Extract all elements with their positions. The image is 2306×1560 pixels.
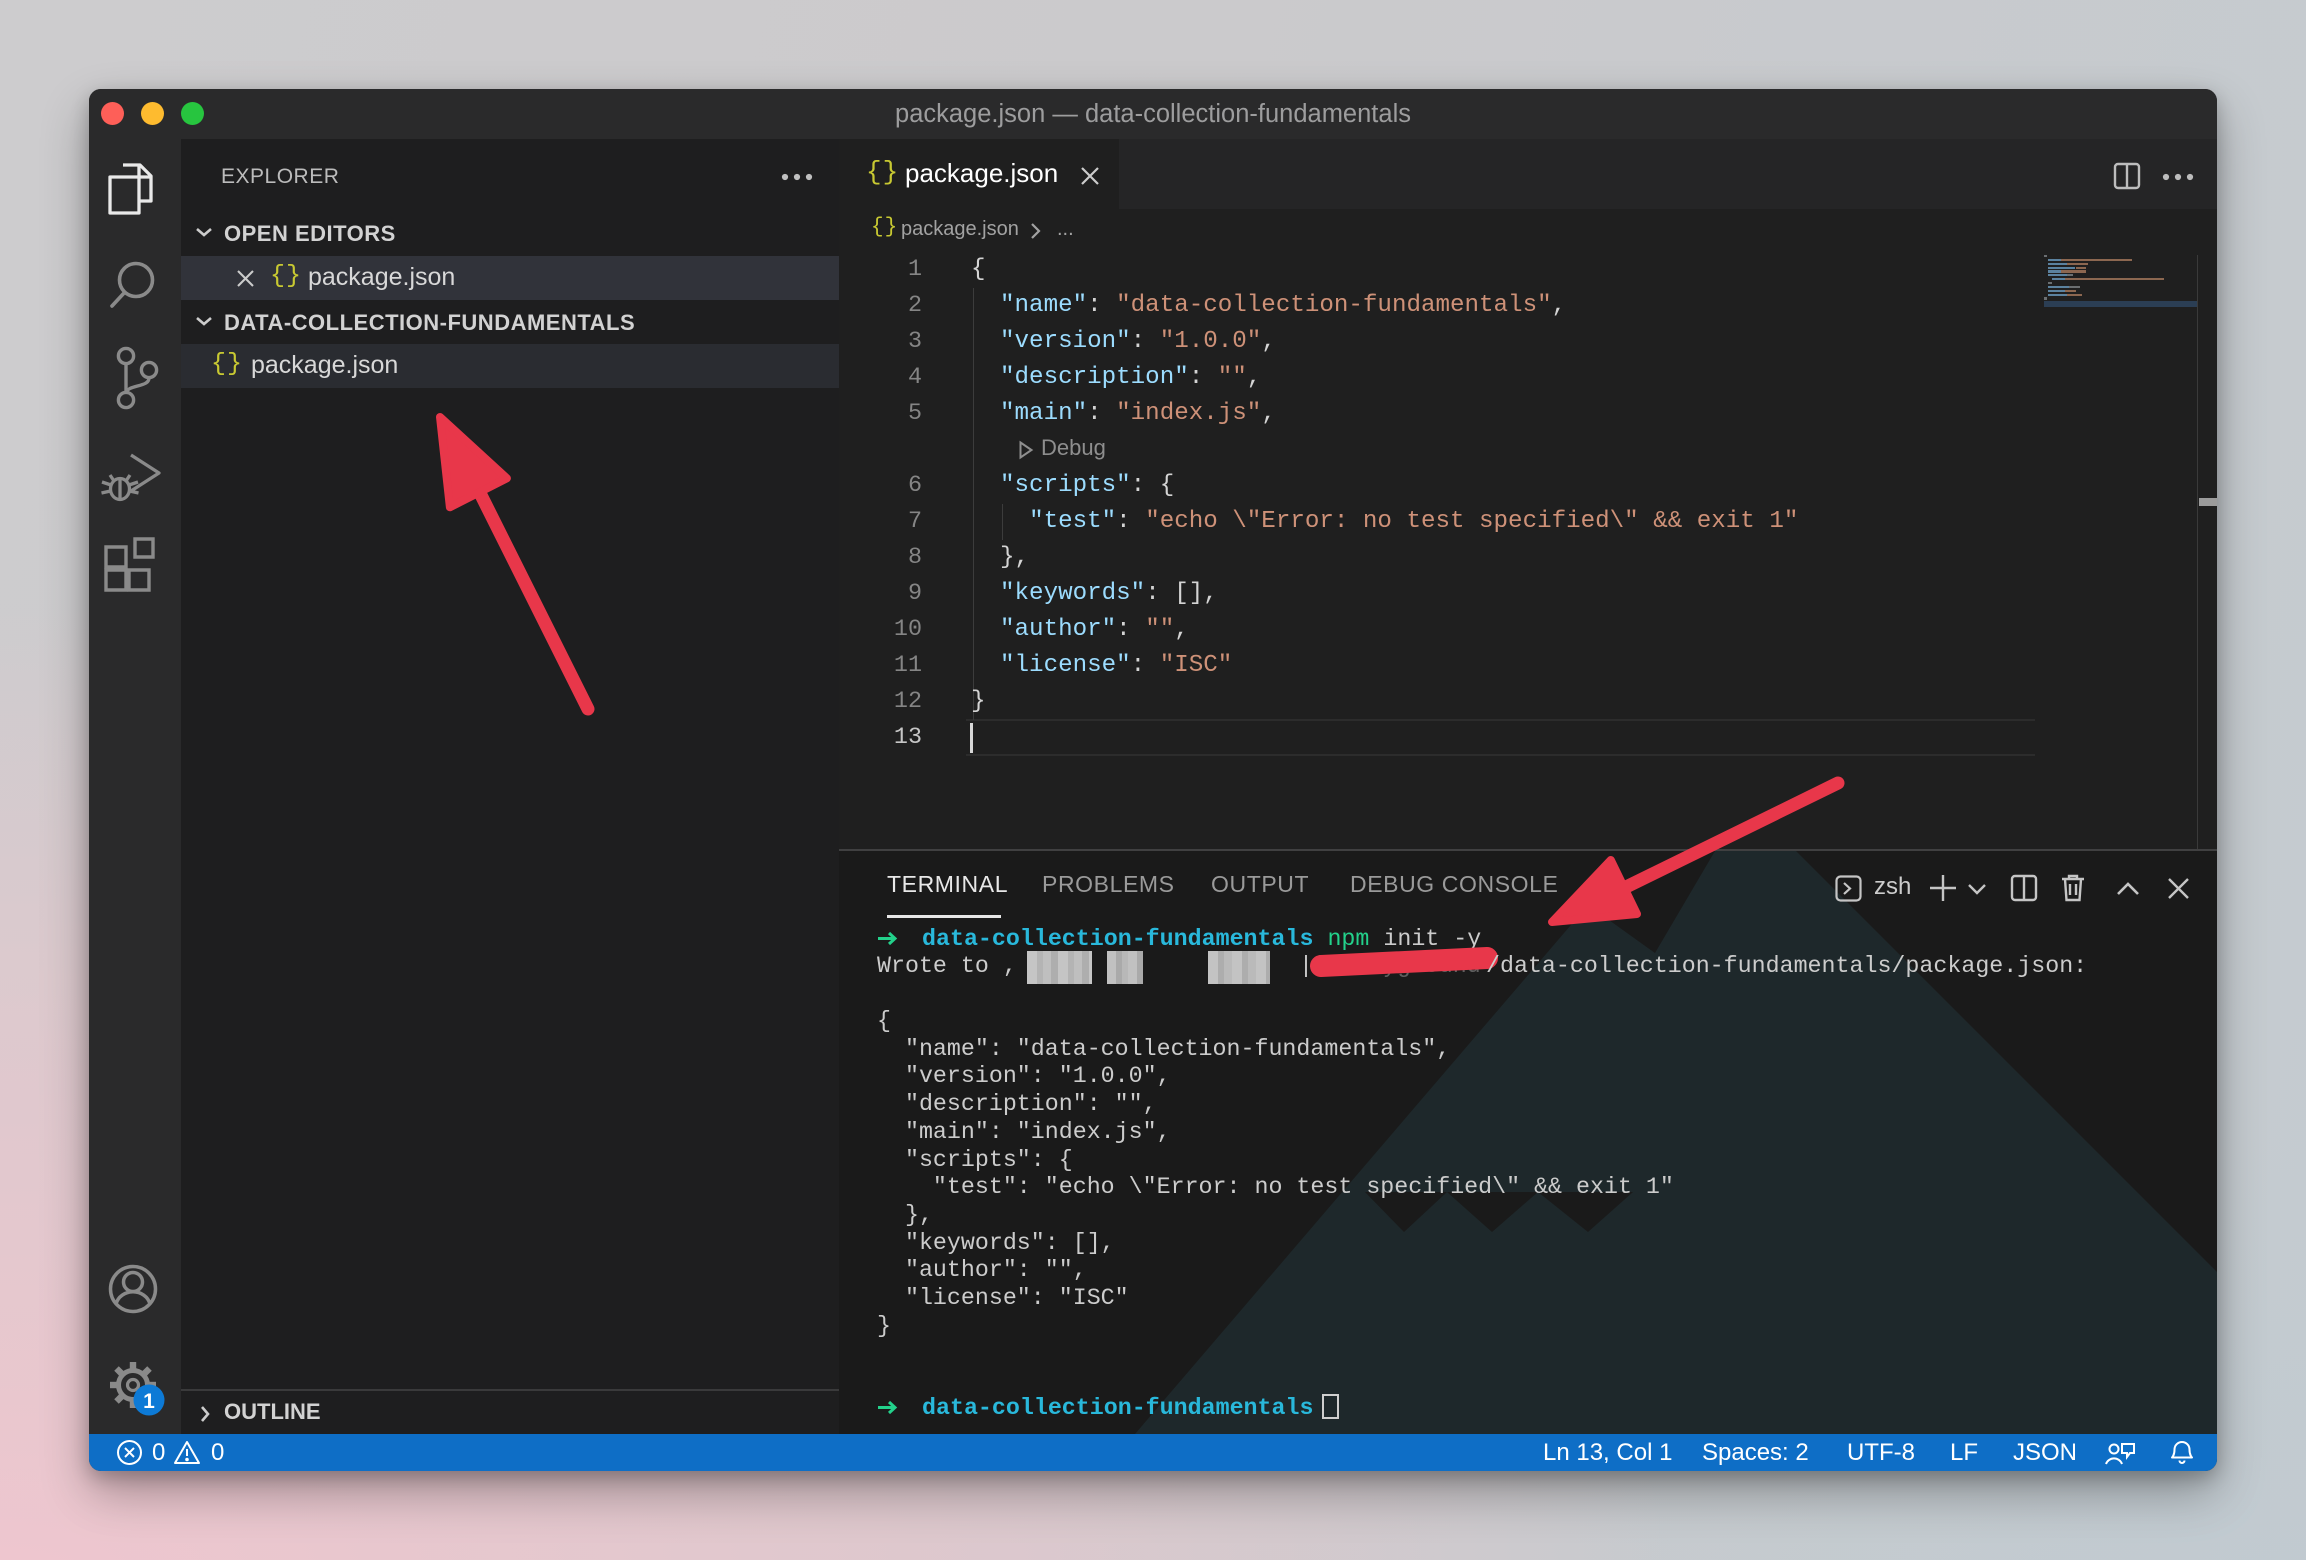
svg-text:1: 1 (143, 1390, 155, 1413)
